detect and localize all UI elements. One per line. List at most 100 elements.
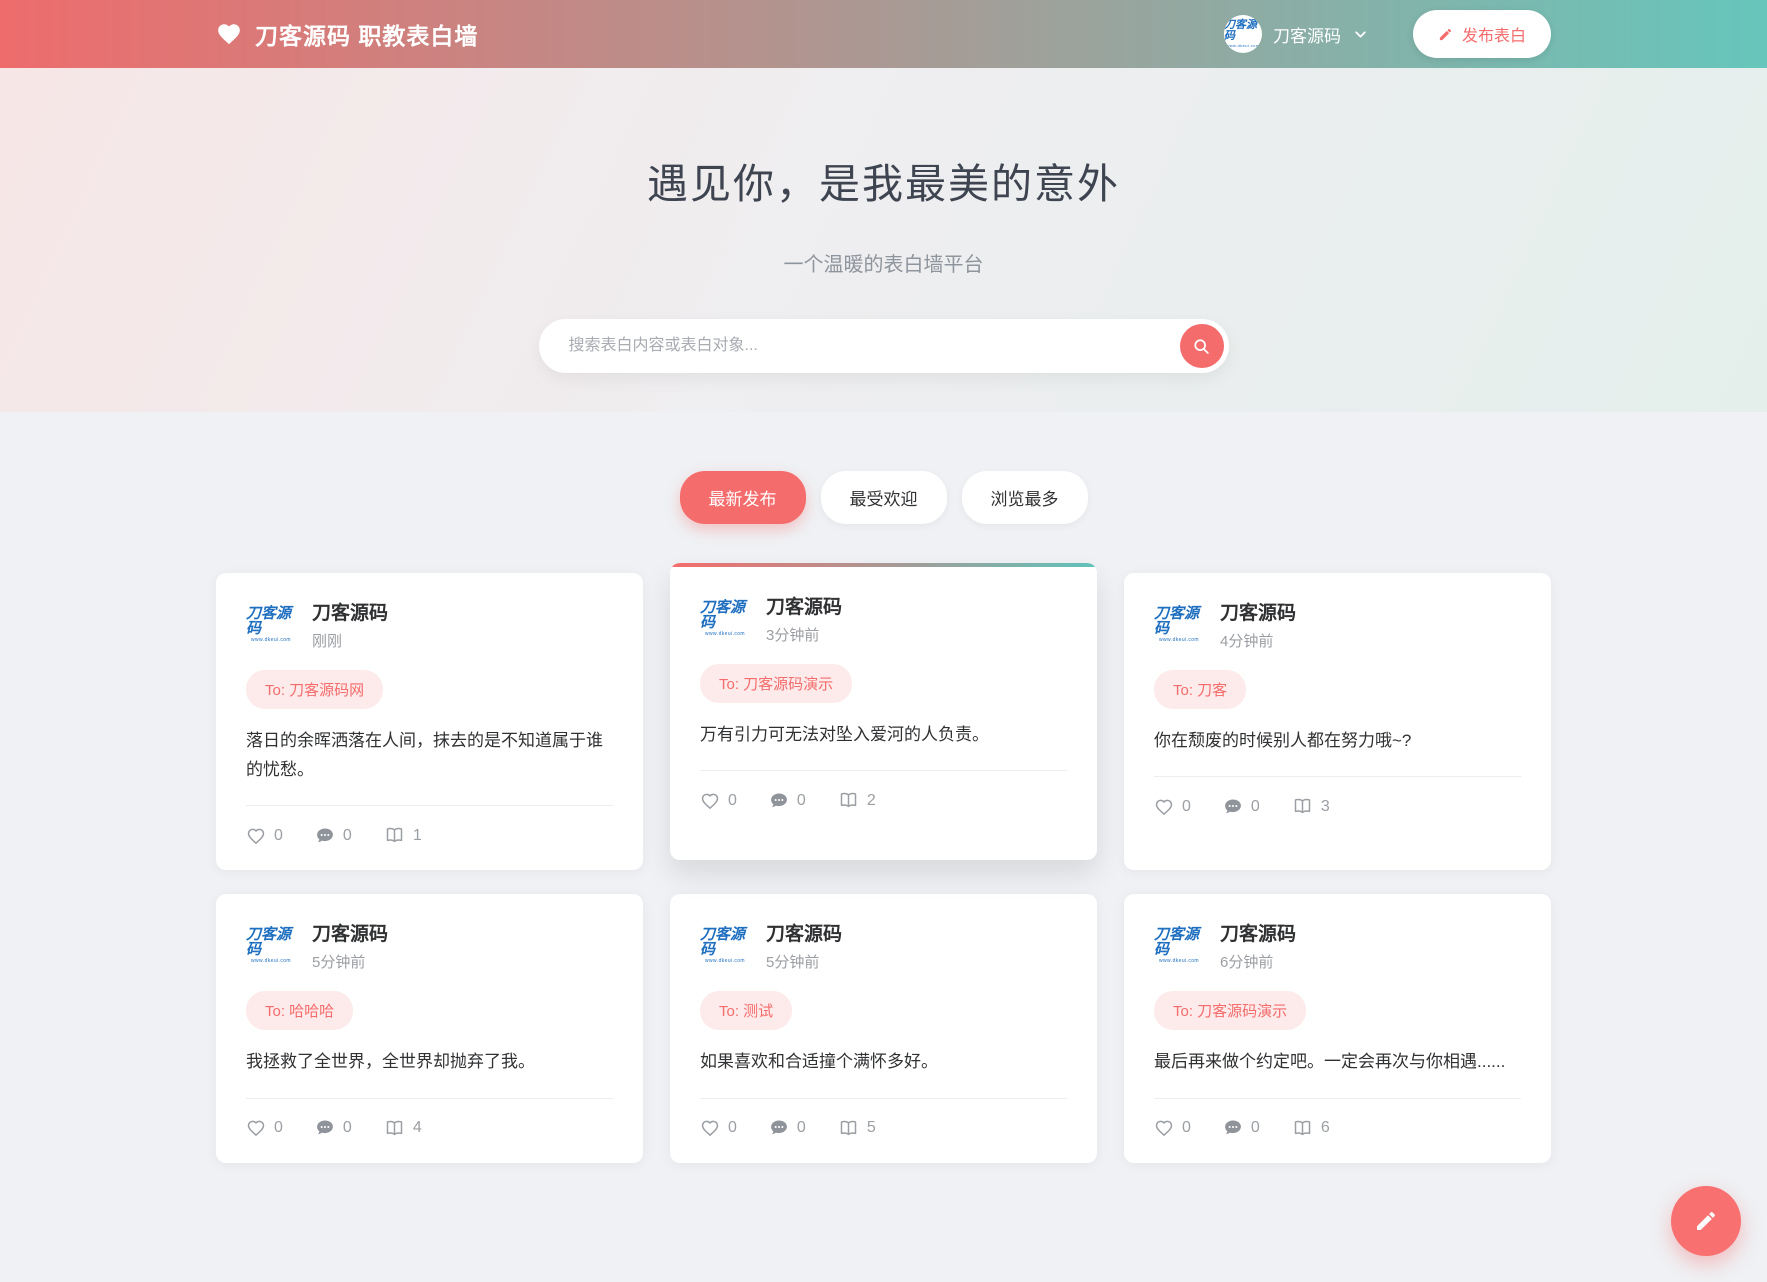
fab-publish-button[interactable] bbox=[1671, 1186, 1741, 1256]
publish-button[interactable]: 发布表白 bbox=[1412, 10, 1551, 58]
logo-artwork: 刀客源码 www.dkeui.com bbox=[246, 605, 292, 643]
card-stats: 0 0 6 bbox=[1154, 1118, 1330, 1139]
views-count: 5 bbox=[866, 1119, 876, 1137]
open-book-icon bbox=[384, 1118, 405, 1139]
like-button[interactable]: 0 bbox=[246, 826, 283, 846]
like-count: 0 bbox=[274, 1119, 283, 1137]
card-timestamp: 3分钟前 bbox=[766, 627, 820, 644]
comment-bubble-icon bbox=[1223, 1118, 1243, 1138]
comment-button[interactable]: 0 bbox=[1223, 1118, 1260, 1138]
card-timestamp: 4分钟前 bbox=[1220, 633, 1274, 650]
comment-count: 0 bbox=[342, 1119, 352, 1137]
user-menu[interactable]: 刀客源码 www.dkeui.com 刀客源码 bbox=[1223, 15, 1369, 53]
comment-button[interactable]: 0 bbox=[315, 1118, 352, 1138]
filter-tab[interactable]: 最新发布 bbox=[679, 471, 806, 524]
logo-artwork: 刀客源码 www.dkeui.com bbox=[1223, 19, 1260, 48]
card-message: 最后再来做个约定吧。一定会再次与你相遇...... bbox=[1154, 1052, 1506, 1072]
like-count: 0 bbox=[1182, 797, 1191, 815]
like-count: 0 bbox=[1182, 1119, 1191, 1137]
card-header: 刀客源码 www.dkeui.com 刀客源码 4分钟前 bbox=[1154, 598, 1296, 651]
hero-subtitle: 一个温暖的表白墙平台 bbox=[783, 254, 984, 276]
views-stat: 3 bbox=[1292, 796, 1330, 817]
main-content: 最新发布 最受欢迎 浏览最多 刀客源码 www.dkeui.com 刀客源码 刚刚 … bbox=[0, 412, 1767, 1163]
open-book-icon bbox=[838, 790, 859, 811]
confession-card[interactable]: 刀客源码 www.dkeui.com 刀客源码 3分钟前 To: 刀客源码演示 … bbox=[670, 563, 1097, 861]
card-header: 刀客源码 www.dkeui.com 刀客源码 5分钟前 bbox=[700, 919, 842, 972]
card-author: 刀客源码 bbox=[766, 924, 843, 946]
comment-bubble-icon bbox=[769, 1118, 789, 1138]
search-bar bbox=[538, 319, 1229, 373]
avatar: 刀客源码 www.dkeui.com bbox=[700, 925, 750, 967]
navbar: 刀客源码 职教表白墙 刀客源码 www.dkeui.com 刀客源码 发布表白 bbox=[0, 0, 1767, 68]
views-stat: 6 bbox=[1292, 1118, 1330, 1139]
card-timestamp: 5分钟前 bbox=[312, 954, 366, 972]
card-message: 万有引力可无法对坠入爱河的人负责。 bbox=[700, 725, 989, 744]
heart-outline-icon bbox=[700, 1118, 720, 1138]
user-avatar: 刀客源码 www.dkeui.com bbox=[1223, 15, 1262, 53]
brand: 刀客源码 职教表白墙 bbox=[216, 17, 478, 51]
card-divider bbox=[1154, 1097, 1521, 1099]
views-count: 1 bbox=[412, 826, 422, 844]
search-input[interactable] bbox=[538, 319, 1229, 373]
like-count: 0 bbox=[728, 791, 737, 809]
filter-tab[interactable]: 浏览最多 bbox=[961, 471, 1088, 524]
card-timestamp: 刚刚 bbox=[312, 633, 343, 650]
comment-button[interactable]: 0 bbox=[315, 826, 352, 846]
card-timestamp: 5分钟前 bbox=[766, 954, 820, 972]
filter-tab[interactable]: 最受欢迎 bbox=[820, 471, 947, 524]
comment-button[interactable]: 0 bbox=[769, 791, 806, 811]
cards-grid: 刀客源码 www.dkeui.com 刀客源码 刚刚 To: 刀客源码网 落日的… bbox=[216, 563, 1551, 1163]
card-author: 刀客源码 bbox=[1220, 924, 1297, 946]
search-button[interactable] bbox=[1179, 324, 1224, 368]
views-count: 3 bbox=[1320, 797, 1330, 815]
comment-bubble-icon bbox=[769, 791, 789, 811]
brand-title: 刀客源码 职教表白墙 bbox=[255, 23, 479, 49]
card-timestamp: 6分钟前 bbox=[1220, 954, 1274, 972]
card-header: 刀客源码 www.dkeui.com 刀客源码 6分钟前 bbox=[1154, 919, 1296, 972]
card-header: 刀客源码 www.dkeui.com 刀客源码 5分钟前 bbox=[246, 919, 388, 972]
like-button[interactable]: 0 bbox=[1154, 797, 1191, 817]
confession-card[interactable]: 刀客源码 www.dkeui.com 刀客源码 刚刚 To: 刀客源码网 落日的… bbox=[216, 573, 643, 871]
card-header: 刀客源码 www.dkeui.com 刀客源码 刚刚 bbox=[246, 598, 388, 651]
like-button[interactable]: 0 bbox=[700, 791, 737, 811]
tabs: 最新发布 最受欢迎 浏览最多 bbox=[0, 412, 1767, 524]
logo-artwork: 刀客源码 www.dkeui.com bbox=[1154, 605, 1200, 643]
comment-bubble-icon bbox=[315, 826, 335, 846]
comment-bubble-icon bbox=[1223, 797, 1243, 817]
card-stats: 0 0 1 bbox=[246, 825, 422, 846]
heart-outline-icon bbox=[1154, 797, 1174, 817]
heart-outline-icon bbox=[246, 1118, 266, 1138]
comment-count: 0 bbox=[1250, 797, 1260, 815]
like-button[interactable]: 0 bbox=[1154, 1118, 1191, 1138]
card-author: 刀客源码 bbox=[312, 603, 389, 624]
comment-bubble-icon bbox=[315, 1118, 335, 1138]
card-divider bbox=[700, 770, 1067, 772]
like-button[interactable]: 0 bbox=[700, 1118, 737, 1138]
pencil-icon bbox=[1694, 1209, 1718, 1233]
comment-count: 0 bbox=[796, 791, 806, 809]
like-count: 0 bbox=[728, 1119, 737, 1137]
comment-button[interactable]: 0 bbox=[1223, 797, 1260, 817]
avatar: 刀客源码 www.dkeui.com bbox=[700, 598, 750, 640]
confession-card[interactable]: 刀客源码 www.dkeui.com 刀客源码 5分钟前 To: 测试 如果喜欢… bbox=[670, 894, 1097, 1163]
to-badge: To: 哈哈哈 bbox=[246, 991, 354, 1031]
card-divider bbox=[1154, 776, 1521, 778]
confession-card[interactable]: 刀客源码 www.dkeui.com 刀客源码 5分钟前 To: 哈哈哈 我拯救… bbox=[216, 894, 643, 1163]
card-message: 我拯救了全世界，全世界却抛弃了我。 bbox=[246, 1052, 535, 1072]
like-button[interactable]: 0 bbox=[246, 1118, 283, 1138]
card-stats: 0 0 5 bbox=[700, 1118, 876, 1139]
views-stat: 4 bbox=[384, 1118, 422, 1139]
card-message: 你在颓废的时候别人都在努力哦~? bbox=[1154, 731, 1412, 750]
comment-button[interactable]: 0 bbox=[769, 1118, 806, 1138]
confession-card[interactable]: 刀客源码 www.dkeui.com 刀客源码 4分钟前 To: 刀客 你在颓废… bbox=[1124, 573, 1551, 871]
card-stats: 0 0 2 bbox=[700, 790, 876, 811]
views-count: 2 bbox=[866, 791, 876, 809]
card-author: 刀客源码 bbox=[766, 597, 843, 618]
card-message: 如果喜欢和合适撞个满怀多好。 bbox=[700, 1052, 938, 1072]
chevron-down-icon bbox=[1352, 26, 1369, 43]
card-header: 刀客源码 www.dkeui.com 刀客源码 3分钟前 bbox=[700, 592, 842, 645]
card-divider bbox=[700, 1097, 1067, 1099]
to-badge: To: 刀客源码演示 bbox=[1154, 991, 1307, 1031]
confession-card[interactable]: 刀客源码 www.dkeui.com 刀客源码 6分钟前 To: 刀客源码演示 … bbox=[1124, 894, 1551, 1163]
views-count: 4 bbox=[412, 1119, 422, 1137]
